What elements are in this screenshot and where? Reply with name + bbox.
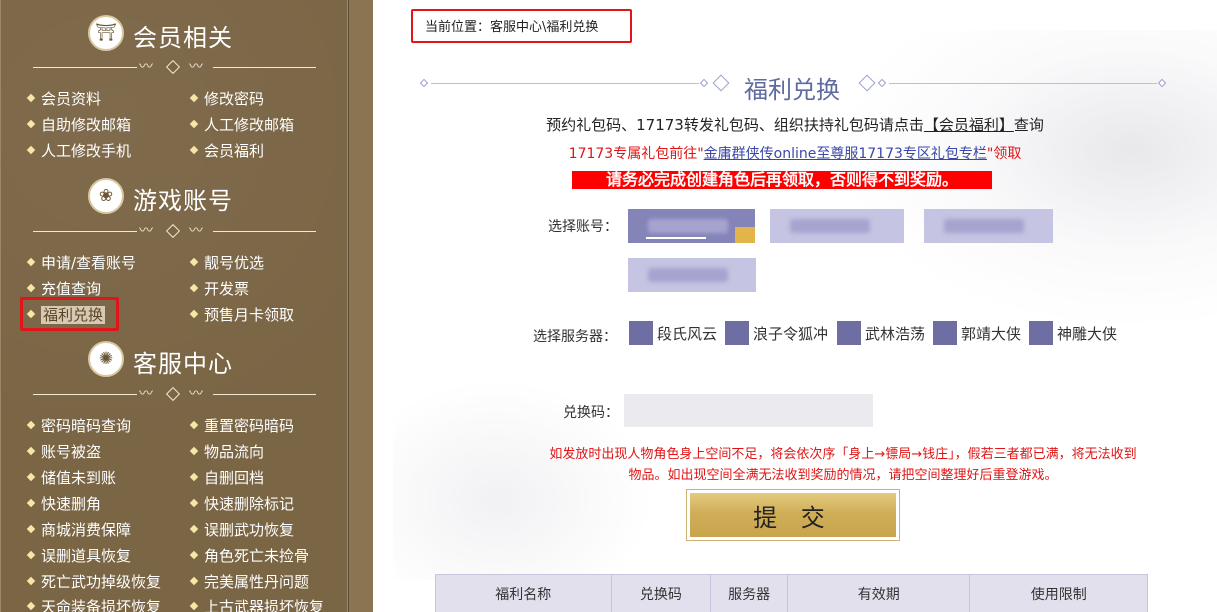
radio-box[interactable] bbox=[1029, 321, 1053, 345]
info-line-17173: 17173专属礼包前往"金庸群侠传online至尊服17173专区礼包专栏"领取 bbox=[568, 146, 1022, 162]
sidebar-link[interactable]: 修改密码 bbox=[189, 88, 264, 109]
server-option[interactable]: 段氏风云 bbox=[629, 321, 717, 345]
sidebar-link[interactable]: 自助修改邮箱 bbox=[26, 114, 131, 135]
welfare-table-header: 福利名称 兑换码 服务器 有效期 使用限制 bbox=[435, 574, 1148, 612]
sidebar-link[interactable]: 人工修改邮箱 bbox=[189, 114, 294, 135]
sidebar-link[interactable]: 储值未到账 bbox=[26, 467, 116, 488]
radio-box[interactable] bbox=[629, 321, 653, 345]
radio-box[interactable] bbox=[725, 321, 749, 345]
radio-box[interactable] bbox=[933, 321, 957, 345]
storage-notice: 如发放时出现人物角色身上空间不足，将会依次序「身上→镖局→钱庄」，假若三者都已满… bbox=[549, 447, 1137, 483]
sidebar-link[interactable]: 预售月卡领取 bbox=[189, 304, 294, 325]
section-divider: 〰 〰 bbox=[33, 59, 316, 75]
sidebar-link[interactable]: 天命装备损坏恢复 bbox=[26, 596, 161, 612]
table-header-cell: 使用限制 bbox=[1030, 587, 1087, 603]
server-option[interactable]: 神雕大侠 bbox=[1029, 321, 1117, 345]
page-title-row: 福利兑换 bbox=[419, 70, 1167, 104]
member-gate-icon: ⛩ bbox=[88, 15, 124, 51]
sidebar-link[interactable]: 申请/查看账号 bbox=[26, 252, 136, 273]
radio-box[interactable] bbox=[837, 321, 861, 345]
server-option[interactable]: 武林浩荡 bbox=[837, 321, 925, 345]
service-sun-icon: ✺ bbox=[88, 341, 124, 377]
table-header-cell: 服务器 bbox=[711, 575, 788, 612]
account-label: 选择账号： bbox=[548, 219, 618, 235]
game-lotus-icon: ❀ bbox=[88, 178, 124, 214]
sidebar-link[interactable]: 账号被盗 bbox=[26, 441, 101, 462]
sidebar-link[interactable]: 开发票 bbox=[189, 278, 249, 299]
page-title: 福利兑换 bbox=[744, 76, 840, 104]
17173-zone-link[interactable]: 金庸群侠传online至尊服17173专区礼包专栏 bbox=[704, 146, 987, 162]
account-option[interactable] bbox=[770, 209, 904, 243]
sidebar-link[interactable]: 重置密码暗码 bbox=[189, 415, 294, 436]
sidebar-link[interactable]: 靓号优选 bbox=[189, 252, 264, 273]
sidebar-link[interactable]: 商城消费保障 bbox=[26, 519, 131, 540]
sidebar-link[interactable]: 会员福利 bbox=[189, 140, 264, 161]
server-option[interactable]: 郭靖大侠 bbox=[933, 321, 1021, 345]
sidebar-link[interactable]: 角色死亡未捡骨 bbox=[189, 545, 309, 566]
section-divider: 〰 〰 bbox=[33, 223, 316, 239]
submit-button[interactable]: 提 交 bbox=[686, 489, 900, 541]
sidebar-link[interactable]: 人工修改手机 bbox=[26, 140, 131, 161]
section-title: 游戏账号 bbox=[133, 187, 233, 215]
account-option[interactable] bbox=[924, 209, 1053, 243]
member-welfare-link[interactable]: 【会员福利】 bbox=[924, 116, 1014, 134]
sidebar-link[interactable]: 误删武功恢复 bbox=[189, 519, 294, 540]
sidebar-link[interactable]: 快速删除标记 bbox=[189, 493, 294, 514]
sidebar-link[interactable]: 误删道具恢复 bbox=[26, 545, 131, 566]
sidebar-link[interactable]: 会员资料 bbox=[26, 88, 101, 109]
sidebar-link[interactable]: 充值查询 bbox=[26, 278, 101, 299]
table-header-cell: 有效期 bbox=[788, 575, 971, 612]
sidebar-link[interactable]: 上古武器损坏恢复 bbox=[189, 596, 324, 612]
server-label: 选择服务器： bbox=[533, 329, 617, 345]
sidebar-link[interactable]: 自删回档 bbox=[189, 467, 264, 488]
sidebar-link[interactable]: 完美属性丹问题 bbox=[189, 571, 309, 592]
info-line: 预约礼包码、17173转发礼包码、组织扶持礼包码请点击【会员福利】查询 bbox=[546, 116, 1044, 134]
sidebar-link[interactable]: 死亡武功掉级恢复 bbox=[26, 571, 161, 592]
table-header-cell: 兑换码 bbox=[612, 575, 712, 612]
breadcrumb: 当前位置：客服中心\福利兑换 bbox=[411, 9, 632, 43]
account-option[interactable] bbox=[628, 258, 756, 292]
section-title: 会员相关 bbox=[133, 24, 233, 52]
table-header-cell: 福利名称 bbox=[436, 575, 612, 612]
main-panel: 当前位置：客服中心\福利兑换 福利兑换 预约礼包码、17173转发礼包码、组织扶… bbox=[373, 0, 1217, 612]
section-header-service: ✺ 客服中心 bbox=[0, 339, 349, 379]
sidebar-link[interactable]: 物品流向 bbox=[189, 441, 264, 462]
section-header-game: ❀ 游戏账号 bbox=[0, 176, 349, 216]
sidebar: ⛩ 会员相关 〰 〰 会员资料 修改密码 自助修改邮箱 人工修改邮箱 人工修改手… bbox=[0, 0, 349, 612]
redeem-code-input[interactable] bbox=[624, 394, 873, 427]
highlight-box bbox=[20, 297, 119, 331]
server-option[interactable]: 浪子令狐冲 bbox=[725, 321, 828, 345]
section-title: 客服中心 bbox=[133, 350, 233, 378]
section-divider: 〰 〰 bbox=[33, 386, 316, 402]
section-header-member: ⛩ 会员相关 bbox=[0, 13, 349, 53]
warning-banner: 请务必完成创建角色后再领取，否则得不到奖励。 bbox=[572, 171, 992, 189]
sidebar-link[interactable]: 密码暗码查询 bbox=[26, 415, 131, 436]
account-option[interactable] bbox=[628, 209, 755, 243]
sidebar-link[interactable]: 快速删角 bbox=[26, 493, 101, 514]
code-label: 兑换码： bbox=[563, 405, 619, 421]
